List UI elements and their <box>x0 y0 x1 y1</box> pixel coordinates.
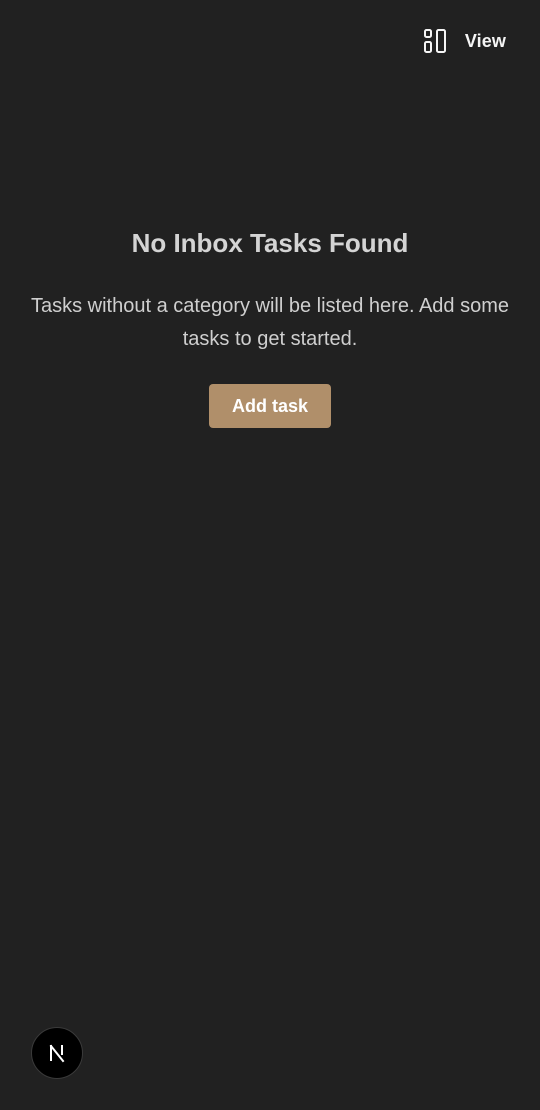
nextjs-dev-badge[interactable] <box>31 1027 83 1079</box>
add-task-button[interactable]: Add task <box>209 384 331 428</box>
view-toggle-button[interactable]: View <box>423 28 506 54</box>
empty-state-title: No Inbox Tasks Found <box>131 228 409 258</box>
nextjs-logo-icon <box>47 1043 67 1063</box>
empty-state-description: Tasks without a category will be listed … <box>30 295 510 350</box>
layout-columns-icon <box>423 28 447 54</box>
empty-state: No Inbox Tasks Found Tasks without a cat… <box>0 225 540 428</box>
view-label: View <box>464 30 506 51</box>
